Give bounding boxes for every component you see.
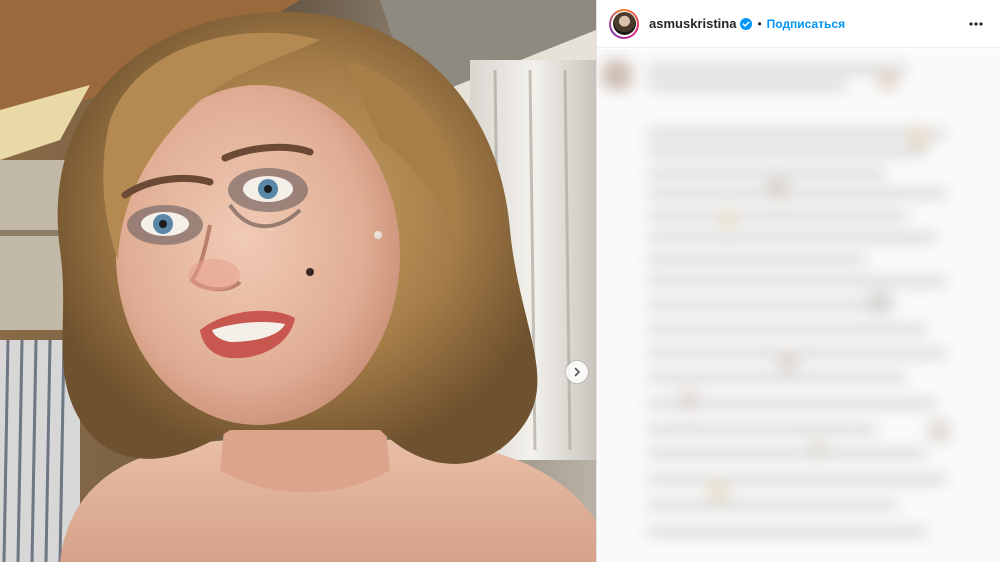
chevron-right-icon xyxy=(574,367,581,377)
avatar[interactable] xyxy=(609,8,639,39)
blurred-caption-and-comments xyxy=(597,49,1000,562)
post-header: asmuskristina • Подписаться xyxy=(597,0,1000,48)
verified-badge-icon xyxy=(740,17,753,30)
selfie-image xyxy=(0,0,596,562)
follow-button[interactable]: Подписаться xyxy=(767,17,845,31)
separator-dot: • xyxy=(757,16,762,31)
post-photo[interactable] xyxy=(0,0,596,562)
next-photo-button[interactable] xyxy=(566,361,588,383)
username-link[interactable]: asmuskristina xyxy=(649,16,736,31)
post-sidebar: asmuskristina • Подписаться xyxy=(596,0,1000,562)
instagram-post-view: asmuskristina • Подписаться xyxy=(0,0,1000,562)
more-options-icon[interactable] xyxy=(968,16,984,32)
avatar-photo xyxy=(612,12,636,35)
